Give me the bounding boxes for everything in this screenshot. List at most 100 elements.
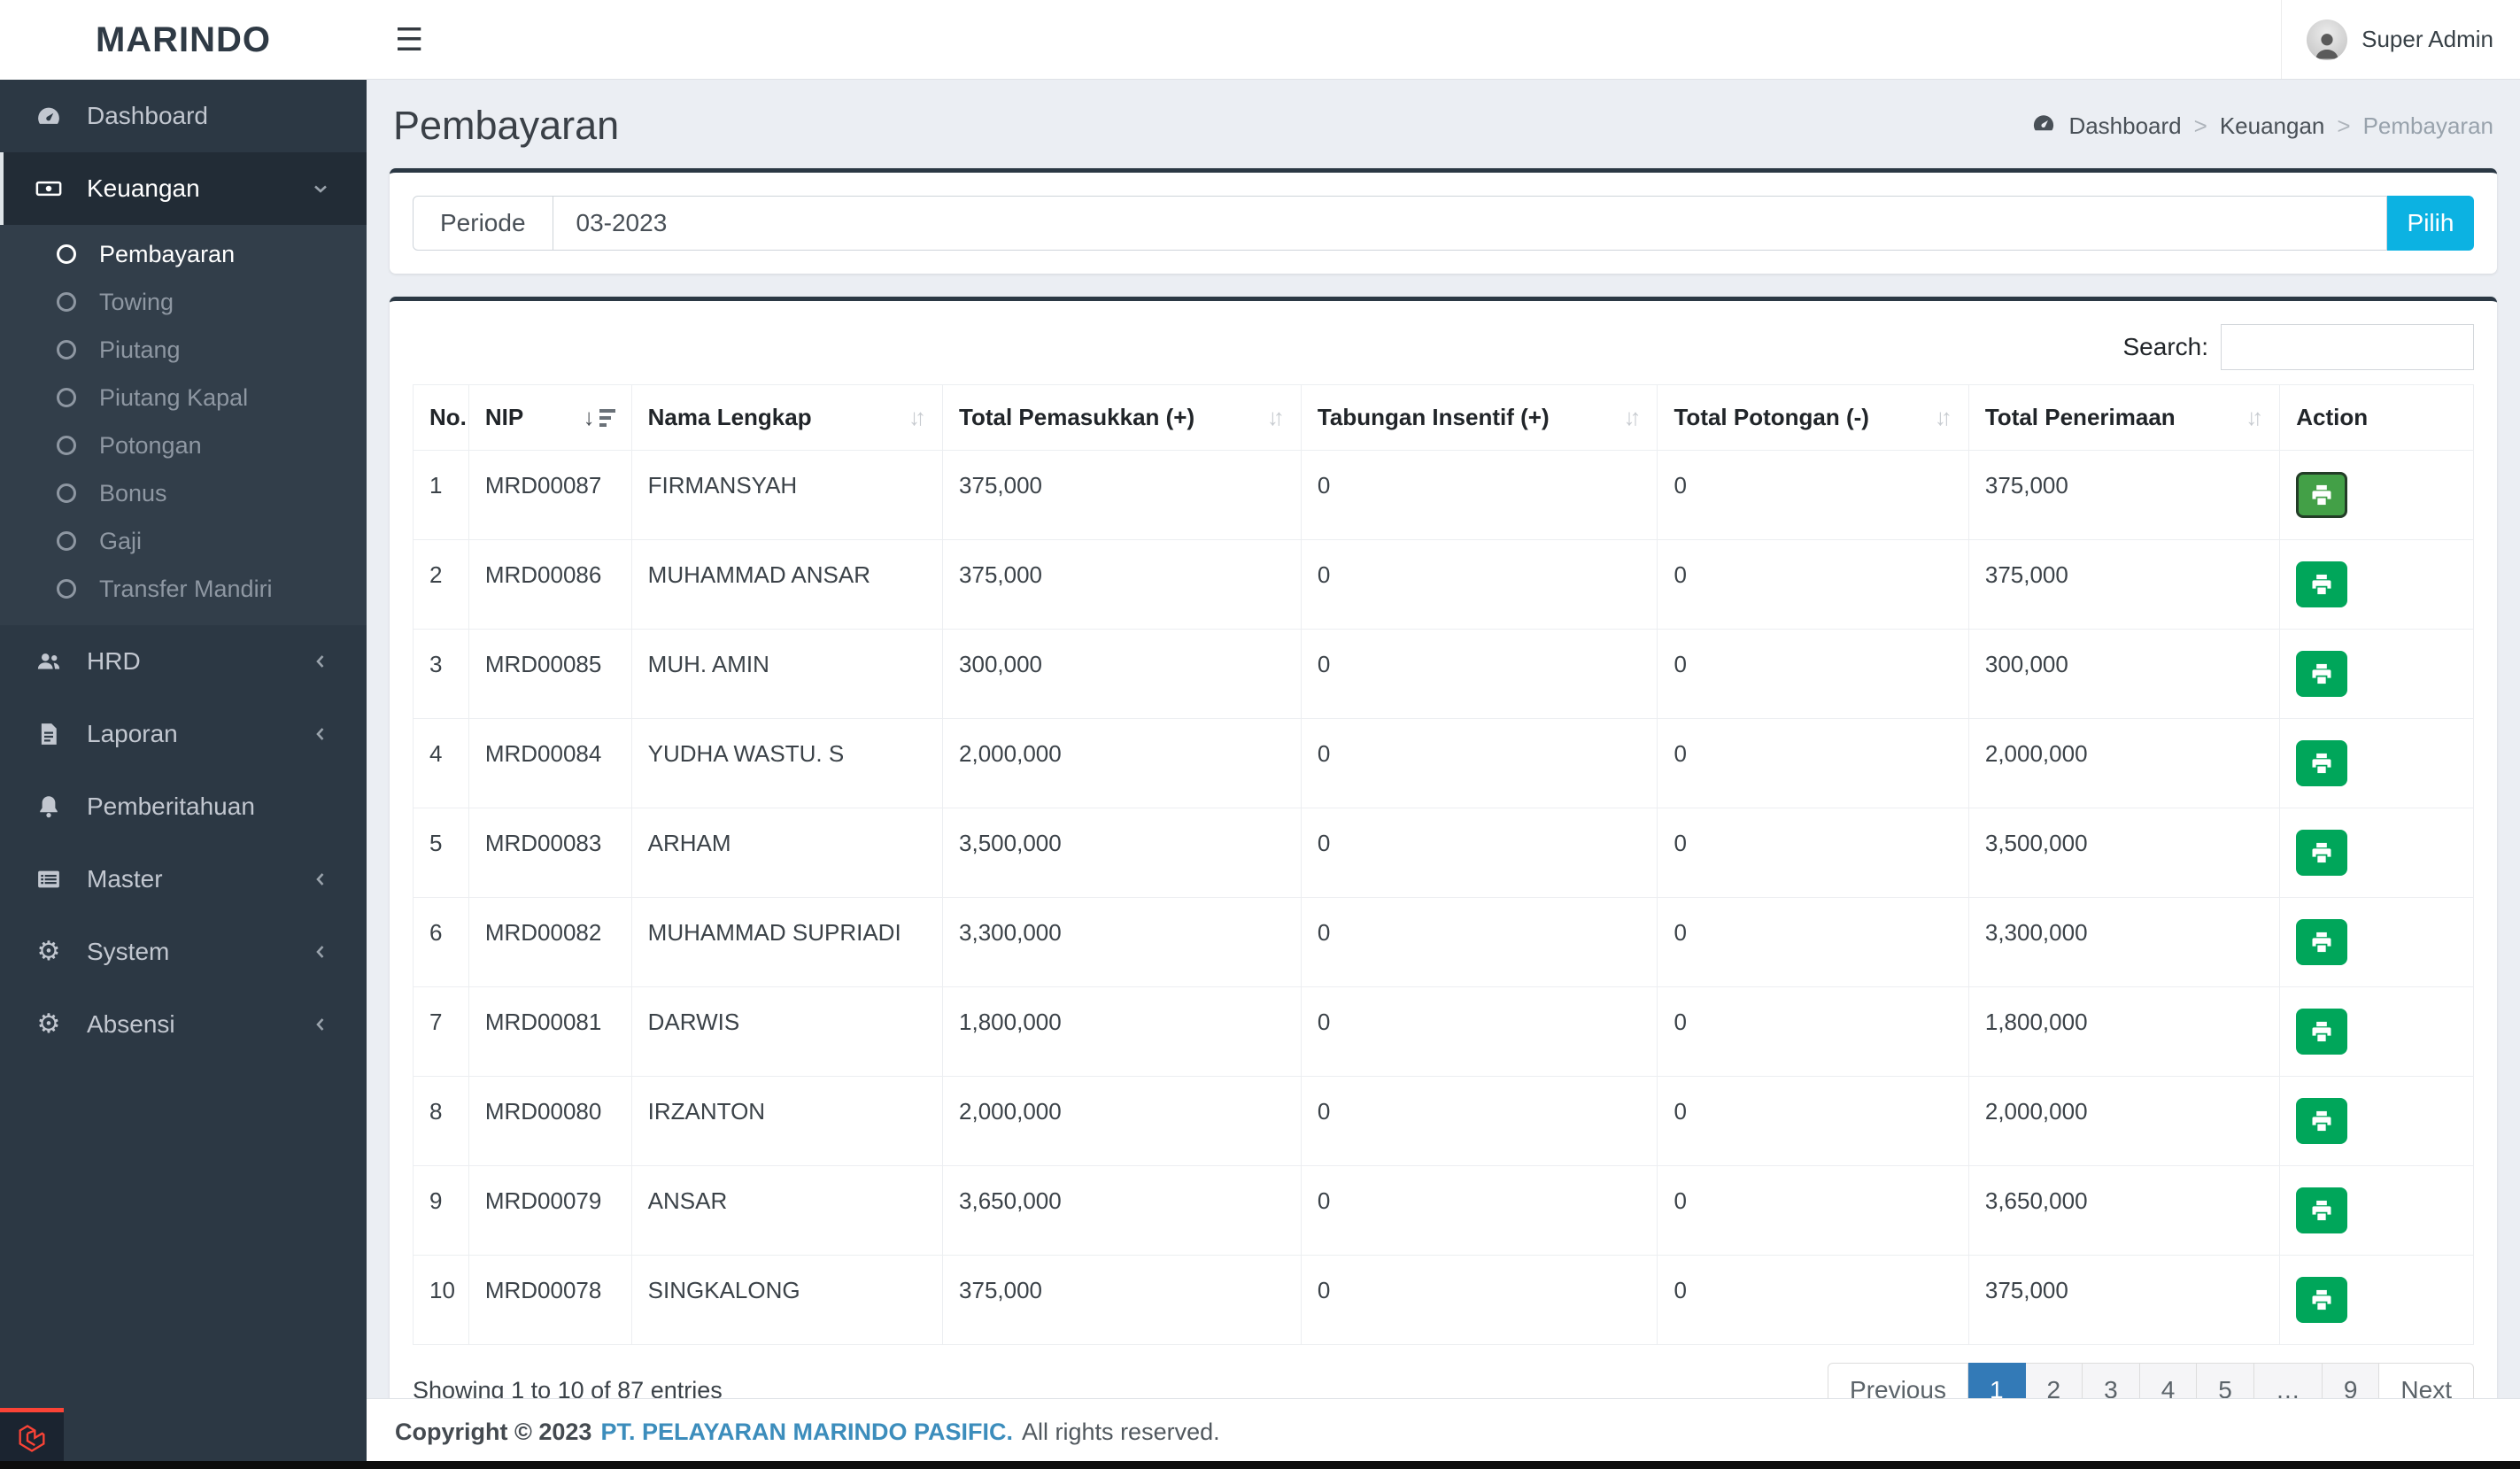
subitem-label: Gaji: [99, 527, 143, 554]
col-header-nip[interactable]: NIP ↓: [468, 384, 632, 451]
col-header-nama[interactable]: Nama Lengkap ↓↑: [630, 384, 944, 451]
sort-icon: ↓↑: [1266, 404, 1285, 430]
print-button[interactable]: [2296, 830, 2348, 876]
sidebar-item-label: Absensi: [87, 1010, 175, 1038]
sidebar-subitem-bonus[interactable]: Bonus: [0, 469, 367, 517]
periode-label: Periode: [413, 196, 553, 251]
pagination-page-1[interactable]: 1: [1967, 1363, 2026, 1398]
printer-icon: [2312, 842, 2331, 863]
print-button[interactable]: [2296, 1009, 2348, 1055]
sidebar-item-absensi[interactable]: ⚙ Absensi: [0, 988, 367, 1061]
pagination-previous[interactable]: Previous: [1828, 1363, 1968, 1398]
gear-icon: ⚙: [36, 937, 61, 966]
sidebar-item-label: Dashboard: [87, 102, 208, 129]
user-menu[interactable]: Super Admin: [2281, 0, 2520, 79]
table-row: 5 MRD00083 ARHAM 3,500,000 00 3,500,000: [413, 808, 2474, 898]
sidebar: Dashboard Keuangan Pembayaran Towing Piu: [0, 80, 367, 1469]
page-title: Pembayaran: [393, 103, 620, 148]
content-area: Pembayaran Dashboard > Keuangan > Pembay…: [367, 80, 2520, 1398]
table-header-row: No. NIP ↓ Nama Lengkap ↓↑ Total Pemasukk…: [413, 384, 2474, 451]
printer-icon: [2312, 1021, 2331, 1042]
search-input[interactable]: [2221, 324, 2474, 370]
sidebar-item-system[interactable]: ⚙ System: [0, 916, 367, 988]
table-row: 7 MRD00081 DARWIS 1,800,000 00 1,800,000: [413, 986, 2474, 1077]
pagination: Previous 1 2 3 4 5 … 9 Next: [1828, 1363, 2474, 1398]
breadcrumb-dashboard[interactable]: Dashboard: [2068, 112, 2181, 140]
breadcrumb: Dashboard > Keuangan > Pembayaran: [2031, 111, 2493, 142]
sidebar-subitem-transfer-mandiri[interactable]: Transfer Mandiri: [0, 565, 367, 613]
subitem-label: Bonus: [99, 479, 167, 506]
footer-company-link[interactable]: PT. PELAYARAN MARINDO PASIFIC.: [600, 1419, 1013, 1446]
printer-icon: [2312, 663, 2331, 684]
circle-icon: [57, 579, 76, 599]
sidebar-nav: Dashboard Keuangan Pembayaran Towing Piu: [0, 80, 367, 1061]
debugbar-collapsed-strip[interactable]: [0, 1461, 2520, 1469]
periode-input[interactable]: 03-2023: [553, 196, 2387, 251]
pagination-next[interactable]: Next: [2379, 1363, 2474, 1398]
sort-icon: ↓↑: [1934, 404, 1952, 430]
sidebar-toggle-icon[interactable]: ☰: [395, 23, 423, 56]
sidebar-item-pemberitahuan[interactable]: Pemberitahuan: [0, 770, 367, 843]
sidebar-subitem-gaji[interactable]: Gaji: [0, 517, 367, 565]
sidebar-item-master[interactable]: Master: [0, 843, 367, 916]
sidebar-item-hrd[interactable]: HRD: [0, 625, 367, 698]
print-button[interactable]: [2296, 1277, 2348, 1323]
chevron-left-icon: [310, 651, 331, 672]
circle-icon: [57, 388, 76, 407]
sidebar-subitem-piutang-kapal[interactable]: Piutang Kapal: [0, 374, 367, 421]
col-header-pemasukkan[interactable]: Total Pemasukkan (+) ↓↑: [942, 384, 1302, 451]
print-button[interactable]: [2296, 740, 2348, 786]
pagination-page-4[interactable]: 4: [2139, 1363, 2198, 1398]
print-button[interactable]: [2296, 1098, 2348, 1144]
printer-icon: [2312, 574, 2331, 595]
circle-icon: [57, 292, 76, 312]
sort-icon: ↓↑: [908, 404, 926, 430]
laravel-logo-icon: [19, 1424, 45, 1452]
bell-icon: [34, 793, 64, 820]
pembayaran-table: No. NIP ↓ Nama Lengkap ↓↑ Total Pemasukk…: [413, 384, 2474, 1345]
circle-icon: [57, 483, 76, 503]
print-button[interactable]: [2296, 1187, 2348, 1233]
keuangan-submenu: Pembayaran Towing Piutang Piutang Kapal …: [0, 225, 367, 625]
sidebar-subitem-potongan[interactable]: Potongan: [0, 421, 367, 469]
sidebar-subitem-towing[interactable]: Towing: [0, 278, 367, 326]
sidebar-item-label: System: [87, 938, 170, 965]
col-header-no: No.: [413, 384, 469, 451]
col-header-penerimaan[interactable]: Total Penerimaan ↓↑: [1967, 384, 2281, 451]
printer-icon: [2312, 932, 2331, 953]
pagination-page-5[interactable]: 5: [2197, 1363, 2254, 1398]
chevron-left-icon: [310, 1014, 331, 1035]
sidebar-item-keuangan[interactable]: Keuangan: [0, 152, 367, 225]
breadcrumb-keuangan[interactable]: Keuangan: [2220, 112, 2325, 140]
periode-input-group: Periode 03-2023 Pilih: [413, 196, 2474, 251]
sidebar-item-dashboard[interactable]: Dashboard: [0, 80, 367, 152]
pagination-page-9[interactable]: 9: [2322, 1363, 2380, 1398]
brand-logo[interactable]: MARINDO: [0, 0, 367, 80]
print-button[interactable]: [2296, 919, 2348, 965]
print-button[interactable]: [2296, 651, 2348, 697]
subitem-label: Potongan: [99, 431, 202, 459]
avatar: [2307, 19, 2348, 60]
chevron-down-icon: [310, 178, 331, 199]
person-silhouette-icon: [2315, 33, 2338, 58]
top-navbar: ☰ Super Admin: [367, 0, 2520, 80]
pilih-button[interactable]: Pilih: [2387, 196, 2474, 251]
pagination-page-2[interactable]: 2: [2025, 1363, 2083, 1398]
breadcrumb-separator: >: [2337, 112, 2351, 139]
sidebar-item-laporan[interactable]: Laporan: [0, 698, 367, 770]
pagination-page-3[interactable]: 3: [2083, 1363, 2140, 1398]
table-row: 8 MRD00080 IRZANTON 2,000,000 00 2,000,000: [413, 1076, 2474, 1166]
laravel-debugbar-toggle[interactable]: [0, 1408, 64, 1461]
sidebar-item-label: HRD: [87, 647, 141, 675]
print-button[interactable]: [2296, 561, 2348, 607]
table-card-body: Search: No. NIP ↓ Nama Lengkap ↓↑ Total …: [390, 301, 2497, 1398]
content-header: Pembayaran Dashboard > Keuangan > Pembay…: [390, 80, 2497, 168]
sidebar-subitem-pembayaran[interactable]: Pembayaran: [0, 230, 367, 278]
circle-icon: [57, 436, 76, 455]
col-header-tabungan[interactable]: Tabungan Insentif (+) ↓↑: [1300, 384, 1658, 451]
search-label: Search:: [2122, 333, 2209, 360]
col-header-potongan[interactable]: Total Potongan (-) ↓↑: [1657, 384, 1969, 451]
print-button[interactable]: [2296, 472, 2348, 518]
printer-icon: [2312, 484, 2331, 506]
sidebar-subitem-piutang[interactable]: Piutang: [0, 326, 367, 374]
